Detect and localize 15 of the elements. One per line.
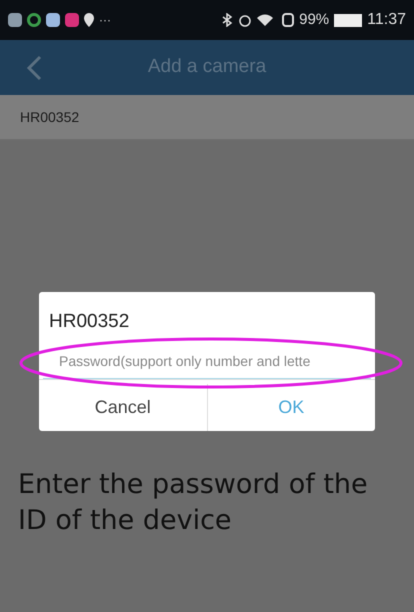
device-id: HR00352 <box>20 108 80 126</box>
instruction-caption: Enter the password of the ID of the device <box>17 468 369 538</box>
dialog-title: HR00352 <box>48 310 130 334</box>
cancel-button[interactable]: Cancel <box>39 384 206 430</box>
clock-time: 11:37 <box>367 10 406 30</box>
battery-icon <box>334 14 362 26</box>
header-title: Add a camera <box>148 55 266 80</box>
device-row[interactable]: HR00352 <box>0 95 414 140</box>
bluetooth-icon <box>221 13 234 27</box>
wifi-icon <box>257 14 274 26</box>
overflow-text: ··· <box>99 12 111 29</box>
back-icon[interactable] <box>26 54 42 80</box>
ok-button[interactable]: OK <box>206 384 375 430</box>
battery-percent: 99% <box>299 10 330 30</box>
location-pin-icon <box>84 13 94 27</box>
